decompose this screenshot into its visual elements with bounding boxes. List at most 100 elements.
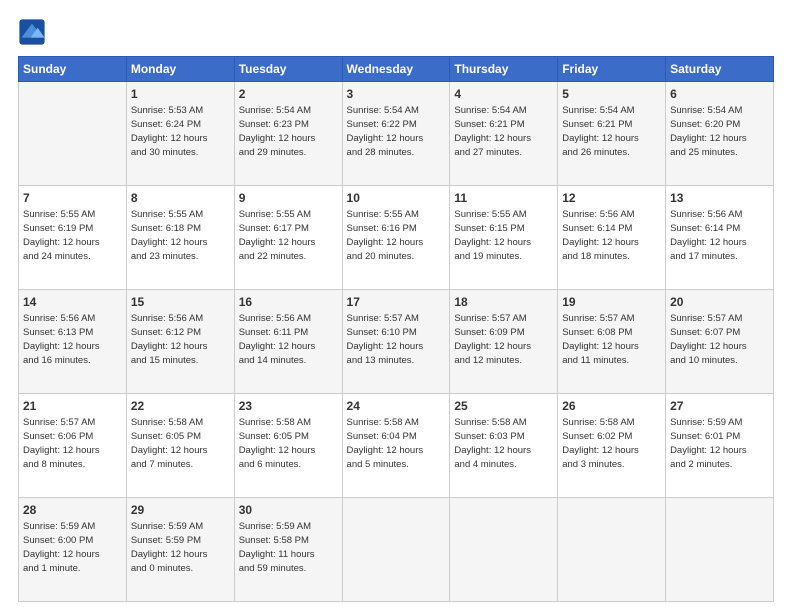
date-number: 26 bbox=[562, 398, 661, 415]
date-number: 29 bbox=[131, 502, 230, 519]
cell-3-4: 25 Sunrise: 5:58 AM Sunset: 6:03 PM Dayli… bbox=[450, 394, 558, 498]
cell-1-5: 12 Sunrise: 5:56 AM Sunset: 6:14 PM Dayli… bbox=[558, 186, 666, 290]
cell-0-4: 4Sunrise: 5:54 AM Sunset: 6:21 PM Daylig… bbox=[450, 82, 558, 186]
cell-2-1: 15 Sunrise: 5:56 AM Sunset: 6:12 PM Dayli… bbox=[126, 290, 234, 394]
cell-3-0: 21 Sunrise: 5:57 AM Sunset: 6:06 PM Dayli… bbox=[19, 394, 127, 498]
cell-info: Sunrise: 5:58 AM Sunset: 6:03 PM Dayligh… bbox=[454, 417, 531, 469]
cell-2-5: 19Sunrise: 5:57 AM Sunset: 6:08 PM Dayli… bbox=[558, 290, 666, 394]
cell-info: Sunrise: 5:54 AM Sunset: 6:21 PM Dayligh… bbox=[454, 105, 531, 157]
cell-info: Sunrise: 5:55 AM Sunset: 6:17 PM Dayligh… bbox=[239, 209, 316, 261]
date-number: 30 bbox=[239, 502, 338, 519]
cell-info: Sunrise: 5:55 AM Sunset: 6:16 PM Dayligh… bbox=[347, 209, 424, 261]
date-number: 27 bbox=[670, 398, 769, 415]
cell-info: Sunrise: 5:58 AM Sunset: 6:05 PM Dayligh… bbox=[239, 417, 316, 469]
cell-1-0: 7 Sunrise: 5:55 AM Sunset: 6:19 PM Daylig… bbox=[19, 186, 127, 290]
col-header-saturday: Saturday bbox=[666, 57, 774, 82]
cell-info: Sunrise: 5:58 AM Sunset: 6:05 PM Dayligh… bbox=[131, 417, 208, 469]
cell-0-3: 3 Sunrise: 5:54 AM Sunset: 6:22 PM Daylig… bbox=[342, 82, 450, 186]
date-number: 19 bbox=[562, 294, 661, 311]
week-row-2: 14 Sunrise: 5:56 AM Sunset: 6:13 PM Dayli… bbox=[19, 290, 774, 394]
cell-info: Sunrise: 5:59 AM Sunset: 6:00 PM Dayligh… bbox=[23, 521, 100, 573]
logo-icon bbox=[18, 18, 46, 46]
col-header-friday: Friday bbox=[558, 57, 666, 82]
cell-2-3: 17 Sunrise: 5:57 AM Sunset: 6:10 PM Dayli… bbox=[342, 290, 450, 394]
date-number: 5 bbox=[562, 86, 661, 103]
cell-1-1: 8Sunrise: 5:55 AM Sunset: 6:18 PM Daylig… bbox=[126, 186, 234, 290]
cell-info: Sunrise: 5:59 AM Sunset: 5:59 PM Dayligh… bbox=[131, 521, 208, 573]
cell-4-0: 28 Sunrise: 5:59 AM Sunset: 6:00 PM Dayli… bbox=[19, 498, 127, 602]
date-number: 3 bbox=[347, 86, 446, 103]
cell-4-4 bbox=[450, 498, 558, 602]
cell-info: Sunrise: 5:56 AM Sunset: 6:12 PM Dayligh… bbox=[131, 313, 208, 365]
week-row-3: 21 Sunrise: 5:57 AM Sunset: 6:06 PM Dayli… bbox=[19, 394, 774, 498]
col-header-wednesday: Wednesday bbox=[342, 57, 450, 82]
cell-info: Sunrise: 5:57 AM Sunset: 6:09 PM Dayligh… bbox=[454, 313, 531, 365]
cell-info: Sunrise: 5:56 AM Sunset: 6:13 PM Dayligh… bbox=[23, 313, 100, 365]
col-header-monday: Monday bbox=[126, 57, 234, 82]
date-number: 1 bbox=[131, 86, 230, 103]
cell-3-6: 27 Sunrise: 5:59 AM Sunset: 6:01 PM Dayli… bbox=[666, 394, 774, 498]
date-number: 12 bbox=[562, 190, 661, 207]
cell-1-2: 9 Sunrise: 5:55 AM Sunset: 6:17 PM Daylig… bbox=[234, 186, 342, 290]
col-header-tuesday: Tuesday bbox=[234, 57, 342, 82]
cell-1-4: 11 Sunrise: 5:55 AM Sunset: 6:15 PM Dayli… bbox=[450, 186, 558, 290]
date-number: 23 bbox=[239, 398, 338, 415]
date-number: 21 bbox=[23, 398, 122, 415]
cell-info: Sunrise: 5:56 AM Sunset: 6:11 PM Dayligh… bbox=[239, 313, 316, 365]
col-header-sunday: Sunday bbox=[19, 57, 127, 82]
date-number: 9 bbox=[239, 190, 338, 207]
cell-0-1: 1 Sunrise: 5:53 AM Sunset: 6:24 PM Daylig… bbox=[126, 82, 234, 186]
cell-1-6: 13 Sunrise: 5:56 AM Sunset: 6:14 PM Dayli… bbox=[666, 186, 774, 290]
cell-3-5: 26 Sunrise: 5:58 AM Sunset: 6:02 PM Dayli… bbox=[558, 394, 666, 498]
cell-info: Sunrise: 5:58 AM Sunset: 6:02 PM Dayligh… bbox=[562, 417, 639, 469]
cell-4-5 bbox=[558, 498, 666, 602]
cell-0-2: 2 Sunrise: 5:54 AM Sunset: 6:23 PM Daylig… bbox=[234, 82, 342, 186]
date-number: 18 bbox=[454, 294, 553, 311]
date-number: 14 bbox=[23, 294, 122, 311]
header-row: SundayMondayTuesdayWednesdayThursdayFrid… bbox=[19, 57, 774, 82]
cell-3-3: 24 Sunrise: 5:58 AM Sunset: 6:04 PM Dayli… bbox=[342, 394, 450, 498]
col-header-thursday: Thursday bbox=[450, 57, 558, 82]
cell-info: Sunrise: 5:56 AM Sunset: 6:14 PM Dayligh… bbox=[670, 209, 747, 261]
cell-4-6 bbox=[666, 498, 774, 602]
date-number: 13 bbox=[670, 190, 769, 207]
date-number: 20 bbox=[670, 294, 769, 311]
date-number: 15 bbox=[131, 294, 230, 311]
cell-info: Sunrise: 5:59 AM Sunset: 6:01 PM Dayligh… bbox=[670, 417, 747, 469]
calendar-table: SundayMondayTuesdayWednesdayThursdayFrid… bbox=[18, 56, 774, 602]
week-row-1: 7 Sunrise: 5:55 AM Sunset: 6:19 PM Daylig… bbox=[19, 186, 774, 290]
date-number: 24 bbox=[347, 398, 446, 415]
cell-info: Sunrise: 5:53 AM Sunset: 6:24 PM Dayligh… bbox=[131, 105, 208, 157]
cell-0-0 bbox=[19, 82, 127, 186]
cell-4-2: 30Sunrise: 5:59 AM Sunset: 5:58 PM Dayli… bbox=[234, 498, 342, 602]
cell-info: Sunrise: 5:54 AM Sunset: 6:23 PM Dayligh… bbox=[239, 105, 316, 157]
cell-info: Sunrise: 5:57 AM Sunset: 6:10 PM Dayligh… bbox=[347, 313, 424, 365]
cell-2-4: 18 Sunrise: 5:57 AM Sunset: 6:09 PM Dayli… bbox=[450, 290, 558, 394]
cell-info: Sunrise: 5:57 AM Sunset: 6:06 PM Dayligh… bbox=[23, 417, 100, 469]
cell-info: Sunrise: 5:55 AM Sunset: 6:15 PM Dayligh… bbox=[454, 209, 531, 261]
cell-info: Sunrise: 5:57 AM Sunset: 6:07 PM Dayligh… bbox=[670, 313, 747, 365]
cell-info: Sunrise: 5:58 AM Sunset: 6:04 PM Dayligh… bbox=[347, 417, 424, 469]
logo bbox=[18, 18, 50, 46]
date-number: 11 bbox=[454, 190, 553, 207]
cell-0-6: 6 Sunrise: 5:54 AM Sunset: 6:20 PM Daylig… bbox=[666, 82, 774, 186]
date-number: 17 bbox=[347, 294, 446, 311]
cell-info: Sunrise: 5:56 AM Sunset: 6:14 PM Dayligh… bbox=[562, 209, 639, 261]
cell-2-6: 20 Sunrise: 5:57 AM Sunset: 6:07 PM Dayli… bbox=[666, 290, 774, 394]
week-row-0: 1 Sunrise: 5:53 AM Sunset: 6:24 PM Daylig… bbox=[19, 82, 774, 186]
date-number: 6 bbox=[670, 86, 769, 103]
date-number: 25 bbox=[454, 398, 553, 415]
date-number: 16 bbox=[239, 294, 338, 311]
date-number: 10 bbox=[347, 190, 446, 207]
cell-info: Sunrise: 5:54 AM Sunset: 6:22 PM Dayligh… bbox=[347, 105, 424, 157]
cell-info: Sunrise: 5:55 AM Sunset: 6:18 PM Dayligh… bbox=[131, 209, 208, 261]
date-number: 7 bbox=[23, 190, 122, 207]
date-number: 22 bbox=[131, 398, 230, 415]
cell-info: Sunrise: 5:54 AM Sunset: 6:20 PM Dayligh… bbox=[670, 105, 747, 157]
date-number: 2 bbox=[239, 86, 338, 103]
date-number: 28 bbox=[23, 502, 122, 519]
cell-2-2: 16 Sunrise: 5:56 AM Sunset: 6:11 PM Dayli… bbox=[234, 290, 342, 394]
cell-3-1: 22 Sunrise: 5:58 AM Sunset: 6:05 PM Dayli… bbox=[126, 394, 234, 498]
cell-4-1: 29 Sunrise: 5:59 AM Sunset: 5:59 PM Dayli… bbox=[126, 498, 234, 602]
cell-info: Sunrise: 5:55 AM Sunset: 6:19 PM Dayligh… bbox=[23, 209, 100, 261]
